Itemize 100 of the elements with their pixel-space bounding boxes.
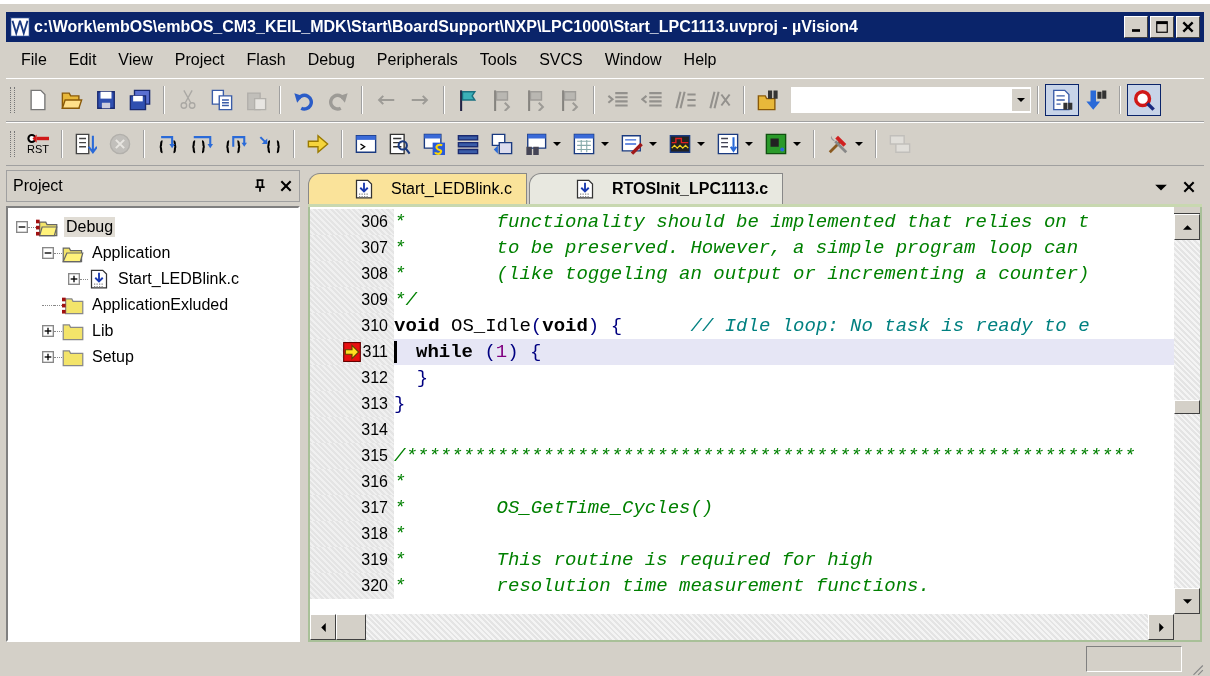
tree-item[interactable]: Debug	[64, 217, 116, 237]
expander-box[interactable]	[16, 221, 28, 233]
scissors-icon	[177, 89, 199, 111]
code-line: */	[394, 289, 417, 311]
close-button[interactable]	[1176, 16, 1200, 38]
code-line: * functionality should be implemented that relies on t	[394, 211, 1090, 233]
line-number: 306	[361, 213, 388, 231]
line-number: 310	[361, 317, 388, 335]
code-line: void OS_Idle(void) { // Idle loop: No task is ready to e	[394, 315, 1090, 337]
dropdown-button[interactable]	[1012, 89, 1030, 111]
code-line: }	[415, 367, 429, 389]
folder-binoculars-icon	[757, 89, 779, 111]
menu-item[interactable]: Edit	[57, 47, 108, 73]
new-file-icon	[27, 89, 49, 111]
menu-item[interactable]: View	[107, 47, 164, 73]
expander-box[interactable]	[42, 247, 54, 259]
comment-icon	[675, 89, 697, 111]
bookmark-icon	[491, 89, 513, 111]
stacked-bars-icon	[457, 133, 479, 155]
panel-title: Project	[13, 177, 64, 195]
file-icon	[88, 269, 110, 289]
line-number: 311	[362, 343, 388, 361]
line-number: 317	[361, 499, 388, 517]
maximize-button[interactable]	[1150, 16, 1174, 38]
scrollbar-corner	[1174, 614, 1200, 640]
vertical-scrollbar[interactable]	[1174, 207, 1200, 640]
scroll-up-button[interactable]	[1174, 214, 1200, 240]
reset-button[interactable]: RST	[21, 128, 55, 160]
line-number: 318	[361, 525, 388, 543]
line-number: 316	[361, 473, 388, 491]
menu-item[interactable]: File	[10, 47, 58, 73]
reset-icon	[27, 133, 49, 144]
grid-window-icon	[573, 133, 595, 155]
circuit-board-icon	[765, 133, 787, 155]
caret-icon	[601, 140, 609, 148]
save-icon	[95, 89, 117, 111]
tree-item[interactable]: Lib	[90, 321, 116, 341]
menu-item[interactable]: Window	[593, 47, 673, 73]
step-out-icon	[225, 133, 247, 155]
app-icon	[10, 17, 30, 37]
caret-icon	[697, 140, 705, 148]
code-line: * resolution time measurement functions.	[394, 575, 930, 597]
line-number: 312	[361, 369, 388, 387]
caret-icon	[793, 140, 801, 148]
expander-box[interactable]	[68, 273, 80, 285]
code-line: /****************************************************************	[394, 445, 1136, 467]
right-arrow-icon	[307, 133, 329, 155]
horizontal-scrollbar[interactable]	[310, 614, 1174, 640]
stacked-windows-icon	[491, 133, 513, 155]
window-binoculars-icon	[525, 133, 547, 155]
line-number: 307	[361, 239, 388, 257]
expander-box[interactable]	[42, 351, 54, 363]
tree-item[interactable]: Start_LEDBlink.c	[116, 269, 241, 289]
menu-item[interactable]: Flash	[235, 47, 297, 73]
bookmark-icon	[525, 89, 547, 111]
minimize-button[interactable]	[1124, 16, 1148, 38]
splitter-handle[interactable]	[1174, 207, 1200, 214]
caret-icon	[553, 140, 561, 148]
folder-icon	[36, 217, 58, 237]
hammer-wrench-icon	[827, 133, 849, 155]
expander-box[interactable]	[42, 325, 54, 337]
resize-grip-icon[interactable]	[1190, 662, 1204, 676]
line-number: 314	[361, 421, 388, 439]
scroll-thumb[interactable]	[1174, 400, 1200, 414]
tree-item[interactable]: ApplicationExluded	[90, 295, 231, 315]
scroll-left-button[interactable]	[310, 614, 336, 640]
document-binoculars-button[interactable]	[1045, 84, 1079, 116]
window-title: c:\Work\embOS\embOS_CM3_KEIL_MDK\Start\BoardSupport\NXP\LPC1000\Start_LPC1113.uvproj - µVision4	[34, 18, 859, 36]
document-arrow-icon	[75, 133, 97, 155]
tree-item[interactable]: Setup	[90, 347, 136, 367]
scroll-thumb[interactable]	[336, 614, 366, 640]
line-number: 319	[361, 551, 388, 569]
menu-item[interactable]: Project	[163, 47, 236, 73]
code-line: * This routine is required for high	[394, 549, 873, 571]
pin-icon[interactable]	[253, 179, 267, 193]
line-number: 320	[361, 577, 388, 595]
close-icon[interactable]	[279, 179, 293, 193]
menu-item[interactable]: Peripherals	[365, 47, 469, 73]
menu-item[interactable]: SVCS	[528, 47, 594, 73]
text-cursor	[394, 341, 397, 363]
file-tab[interactable]: Start_LEDBlink.c	[308, 173, 527, 204]
magnifier-button[interactable]	[1127, 84, 1161, 116]
close-icon	[1180, 20, 1196, 34]
menu-item[interactable]: Tools	[468, 47, 529, 73]
close-icon[interactable]	[1182, 180, 1196, 194]
step-over-icon	[191, 133, 213, 155]
up-arrow-icon	[1182, 222, 1192, 232]
code-line: while (1) {	[416, 341, 542, 363]
open-folder-icon	[61, 89, 83, 111]
tree-item[interactable]: Application	[90, 243, 173, 263]
minimize-icon	[1132, 29, 1140, 32]
waveform-icon	[669, 133, 691, 155]
step-into-icon	[157, 133, 179, 155]
line-number: 309	[361, 291, 388, 309]
scroll-down-button[interactable]	[1174, 588, 1200, 614]
scroll-right-button[interactable]	[1148, 614, 1174, 640]
file-tab[interactable]: RTOSInit_LPC1113.c	[528, 173, 784, 204]
menu-item[interactable]: Debug	[296, 47, 366, 73]
menu-item[interactable]: Help	[672, 47, 728, 73]
find-combo-field[interactable]	[791, 87, 1031, 113]
